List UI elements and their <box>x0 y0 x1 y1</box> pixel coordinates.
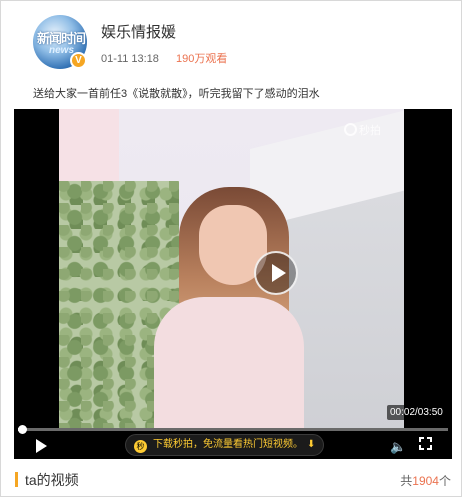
download-promo-button[interactable]: 秒下载秒拍，免流量看热门短视频。 ⬇ <box>125 434 325 456</box>
promo-text: 下载秒拍，免流量看热门短视频。 <box>153 439 303 450</box>
video-scene-person <box>144 187 314 431</box>
play-icon[interactable] <box>36 439 47 453</box>
username-link[interactable]: 娱乐情报媛 <box>101 21 176 42</box>
verified-badge-icon: V <box>70 52 87 69</box>
video-post-card: 新闻时间 news V 娱乐情报媛 01-11 13:18 190万观看 送给大… <box>0 0 462 497</box>
download-icon: ⬇ <box>307 439 316 450</box>
video-player[interactable]: 秒拍 00:02/03:50 秒下载秒拍，免流量看热门短视频。 ⬇ 🔈 <box>14 109 452 459</box>
section-accent-bar <box>15 472 18 487</box>
post-time: 01-11 13:18 <box>101 53 159 65</box>
camera-icon <box>344 123 357 136</box>
post-meta: 01-11 13:18 190万观看 <box>101 50 227 66</box>
miaopai-watermark: 秒拍 <box>344 122 381 138</box>
volume-icon[interactable]: 🔈 <box>390 439 406 455</box>
time-display: 00:02/03:50 <box>387 405 446 420</box>
fullscreen-icon[interactable] <box>419 437 432 450</box>
section-title[interactable]: ta的视频 <box>25 470 79 490</box>
avatar-logo-subtext: news <box>49 45 75 56</box>
video-count[interactable]: 共1904个 <box>400 472 451 489</box>
progress-knob[interactable] <box>17 425 27 434</box>
video-scene-wall <box>59 109 119 181</box>
user-videos-section: ta的视频 共1904个 <box>15 469 451 491</box>
big-play-button[interactable] <box>254 251 298 295</box>
miaopai-logo-icon: 秒 <box>134 440 147 453</box>
video-frame[interactable]: 秒拍 <box>59 109 404 431</box>
view-count: 190万观看 <box>175 53 228 65</box>
post-description: 送给大家一首前任3《说散就散》，听完我留下了感动的泪水 <box>33 88 320 100</box>
progress-bar[interactable] <box>17 425 448 434</box>
